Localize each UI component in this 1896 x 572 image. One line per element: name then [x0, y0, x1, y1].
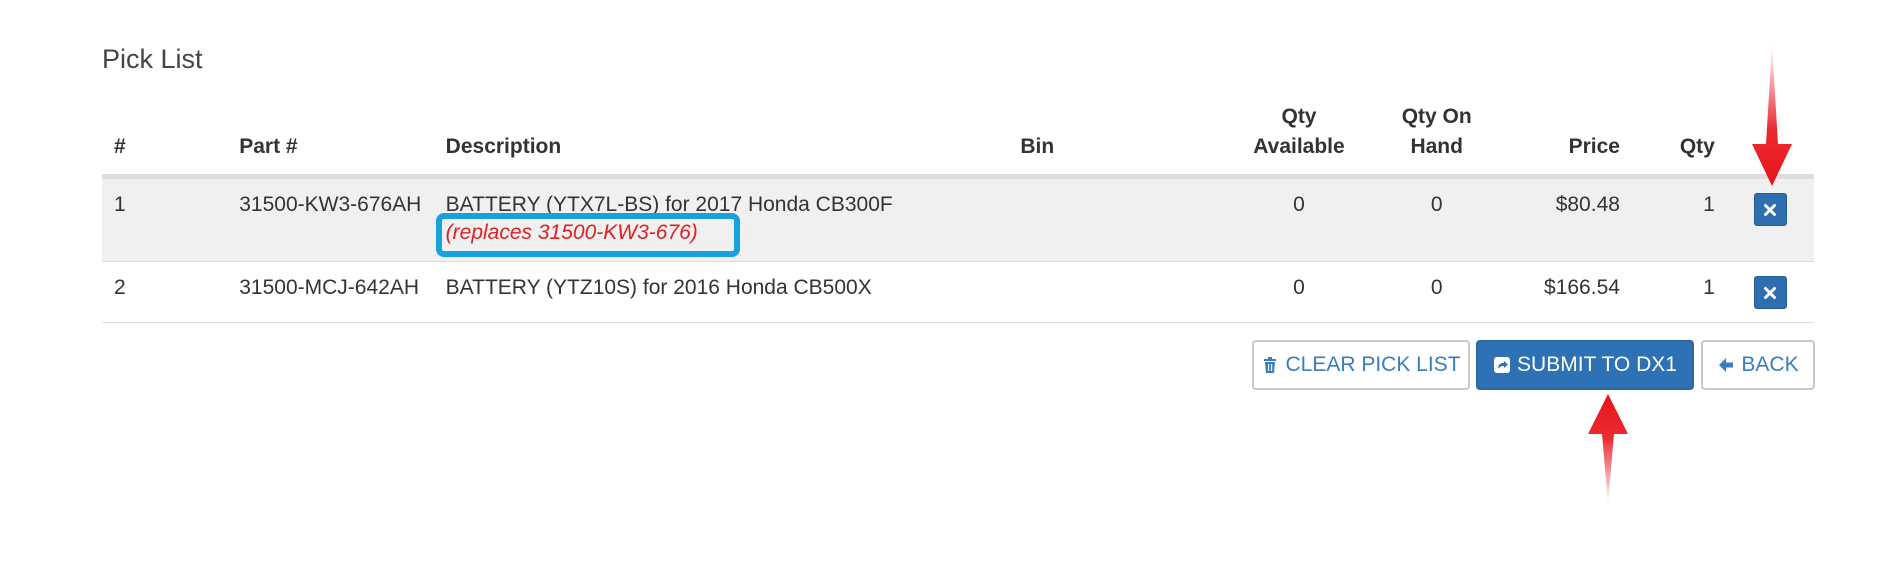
header-description: Description: [433, 94, 1009, 179]
header-num: #: [102, 94, 228, 179]
cell-bin: [1008, 176, 1228, 262]
share-square-icon: [1493, 356, 1511, 374]
cell-qty-available: 0: [1227, 261, 1371, 323]
submit-to-dx1-button[interactable]: SUBMIT TO DX1: [1476, 340, 1694, 390]
header-qty-on-hand-line2: Hand: [1410, 135, 1463, 158]
header-bin: Bin: [1008, 94, 1228, 179]
cell-part: 31500-MCJ-642AH: [227, 261, 434, 323]
cell-part: 31500-KW3-676AH: [227, 176, 434, 262]
cell-price: $166.54: [1502, 261, 1632, 323]
cell-qty-on-hand: 0: [1370, 176, 1503, 262]
back-label: BACK: [1741, 353, 1799, 376]
cell-qty-available: 0: [1227, 176, 1371, 262]
description-text: BATTERY (YTZ10S) for 2016 Honda CB500X: [445, 276, 872, 299]
clear-pick-list-button[interactable]: CLEAR PICK LIST: [1252, 340, 1470, 390]
clear-pick-list-label: CLEAR PICK LIST: [1285, 353, 1461, 376]
remove-row-button[interactable]: [1753, 276, 1787, 309]
cell-num: 2: [102, 261, 228, 323]
trash-icon: [1261, 356, 1279, 374]
cell-qty: 1: [1631, 261, 1727, 323]
cell-qty: 1: [1631, 176, 1727, 262]
header-qty-available-line2: Available: [1253, 135, 1345, 158]
cell-bin: [1008, 261, 1228, 323]
annotation-arrow-up: [1588, 394, 1628, 504]
header-qty-available-line1: Qty: [1281, 105, 1317, 128]
cell-num: 1: [102, 176, 228, 262]
cell-actions: [1726, 176, 1814, 262]
header-part: Part #: [227, 94, 434, 179]
header-actions: [1726, 94, 1814, 179]
page-title: Pick List: [102, 44, 203, 74]
remove-row-button[interactable]: [1753, 193, 1787, 226]
submit-to-dx1-label: SUBMIT TO DX1: [1517, 353, 1677, 376]
cell-qty-on-hand: 0: [1370, 261, 1503, 323]
back-button[interactable]: BACK: [1701, 340, 1815, 390]
arrow-left-icon: [1717, 356, 1735, 374]
times-icon: [1764, 286, 1777, 299]
replaces-note: (replaces 31500-KW3-676): [435, 213, 740, 257]
header-qty: Qty: [1631, 94, 1727, 179]
header-qty-on-hand-line1: Qty On: [1401, 105, 1472, 128]
description-text: BATTERY (YTX7L-BS) for 2017 Honda CB300F: [445, 193, 893, 216]
pick-list-table: # Part # Description Bin Qty Available Q…: [102, 94, 1814, 323]
cell-price: $80.48: [1502, 176, 1632, 262]
replaces-text: (replaces 31500-KW3-676): [445, 221, 698, 244]
header-price: Price: [1502, 94, 1632, 179]
cell-description: BATTERY (YTZ10S) for 2016 Honda CB500X: [433, 261, 1009, 323]
header-qty-on-hand: Qty On Hand: [1370, 94, 1503, 179]
table-row: 2 31500-MCJ-642AH BATTERY (YTZ10S) for 2…: [102, 261, 1814, 323]
header-qty-available: Qty Available: [1227, 94, 1371, 179]
table-row: 1 31500-KW3-676AH BATTERY (YTX7L-BS) for…: [102, 176, 1814, 262]
table-header-row: # Part # Description Bin Qty Available Q…: [102, 94, 1814, 179]
cell-actions: [1726, 261, 1814, 323]
times-icon: [1764, 203, 1777, 216]
cell-description: BATTERY (YTX7L-BS) for 2017 Honda CB300F…: [433, 176, 1009, 262]
